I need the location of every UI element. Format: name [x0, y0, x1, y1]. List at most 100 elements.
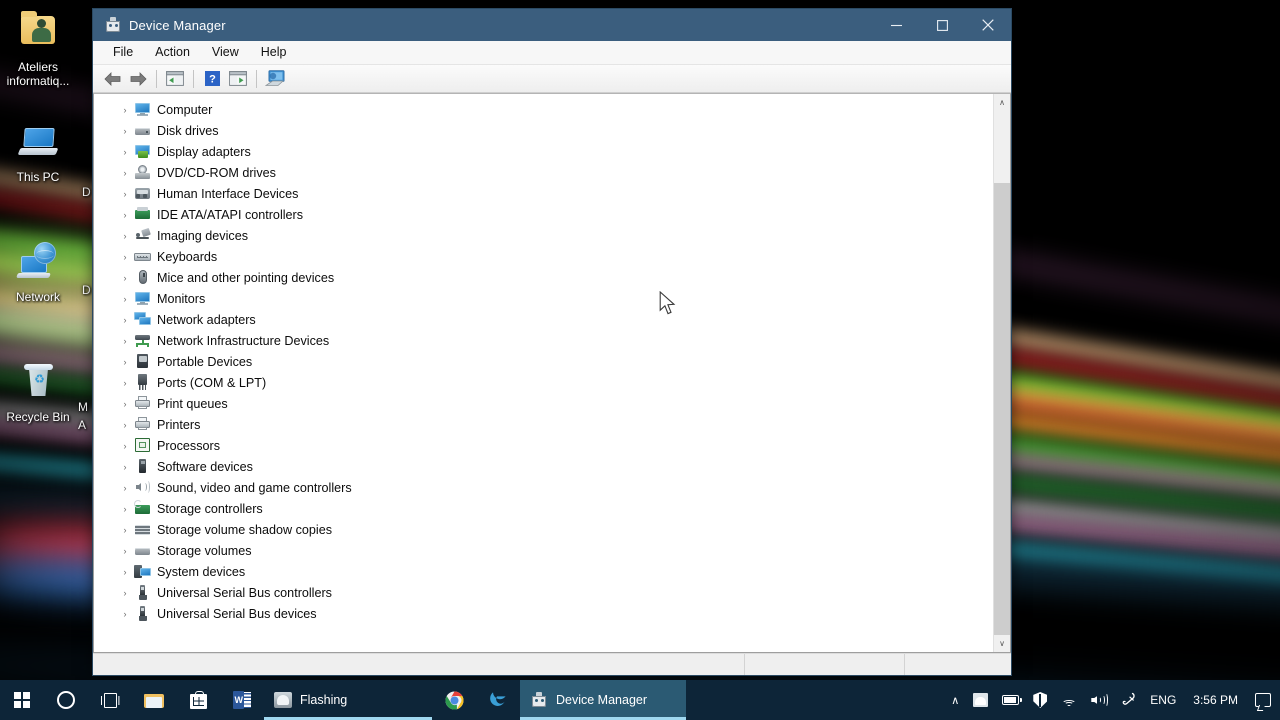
tree-row[interactable]: › Processors — [94, 435, 993, 456]
chevron-right-icon[interactable]: › — [118, 267, 132, 288]
tray-language-indicator[interactable]: ENG — [1143, 680, 1183, 720]
tree-row[interactable]: › Human Interface Devices — [94, 183, 993, 204]
tree-row[interactable]: › Sound, video and game controllers — [94, 477, 993, 498]
taskbar-window-edge[interactable] — [476, 680, 520, 720]
tree-row[interactable]: › DVD/CD-ROM drives — [94, 162, 993, 183]
back-button[interactable] — [99, 67, 125, 91]
desktop-icon-ateliers-informatique-folder[interactable]: Ateliers informatiq... — [0, 10, 76, 88]
tray-network-icon[interactable] — [1054, 680, 1084, 720]
toolbar[interactable]: ? — [93, 65, 1011, 93]
taskbar-window-flashing[interactable]: Flashing — [264, 680, 432, 720]
chevron-right-icon[interactable]: › — [118, 498, 132, 519]
system-tray[interactable]: ∧ ENG 3:56 PM — [944, 680, 1280, 720]
chevron-right-icon[interactable]: › — [118, 288, 132, 309]
tree-row[interactable]: › Universal Serial Bus controllers — [94, 582, 993, 603]
tree-row[interactable]: › Print queues — [94, 393, 993, 414]
desktop[interactable]: D D M A Ateliers informatiq... This PC N… — [0, 0, 1280, 720]
chevron-right-icon[interactable]: › — [118, 519, 132, 540]
chevron-right-icon[interactable]: › — [118, 246, 132, 267]
chevron-right-icon[interactable]: › — [118, 603, 132, 624]
taskbar-window-device-manager[interactable]: Device Manager — [520, 680, 686, 720]
chevron-right-icon[interactable]: › — [118, 351, 132, 372]
menu-bar[interactable]: File Action View Help — [93, 41, 1011, 65]
scrollbar-track[interactable] — [994, 111, 1010, 635]
minimize-button[interactable] — [873, 9, 919, 41]
taskbar[interactable]: W Flashing Device Manager ∧ ENG 3:56 PM — [0, 680, 1280, 720]
taskbar-window-chrome[interactable] — [432, 680, 476, 720]
chevron-right-icon[interactable]: › — [118, 393, 132, 414]
tray-clock[interactable]: 3:56 PM — [1183, 680, 1248, 720]
tray-pen-icon[interactable] — [1115, 680, 1143, 720]
console-client-area[interactable]: › Computer › Disk drives › Display adapt… — [93, 93, 1011, 653]
chevron-right-icon[interactable]: › — [118, 561, 132, 582]
chevron-right-icon[interactable]: › — [118, 120, 132, 141]
chevron-right-icon[interactable]: › — [118, 141, 132, 162]
menu-item-help[interactable]: Help — [251, 42, 297, 63]
tree-row[interactable]: › Monitors — [94, 288, 993, 309]
tree-row[interactable]: › Storage controllers — [94, 498, 993, 519]
tree-row[interactable]: › Portable Devices — [94, 351, 993, 372]
close-button[interactable] — [965, 9, 1011, 41]
chevron-right-icon[interactable]: › — [118, 414, 132, 435]
chevron-right-icon[interactable]: › — [118, 204, 132, 225]
tree-row[interactable]: › Software devices — [94, 456, 993, 477]
scan-for-hardware-changes-button[interactable] — [262, 67, 288, 91]
tree-row[interactable]: › Computer — [94, 99, 993, 120]
scrollbar-thumb[interactable] — [994, 183, 1010, 635]
chevron-right-icon[interactable]: › — [118, 435, 132, 456]
tree-row[interactable]: › Mice and other pointing devices — [94, 267, 993, 288]
chevron-right-icon[interactable]: › — [118, 183, 132, 204]
tree-row[interactable]: › System devices — [94, 561, 993, 582]
tree-row[interactable]: › Ports (COM & LPT) — [94, 372, 993, 393]
microsoft-store-button[interactable] — [176, 680, 220, 720]
tree-row[interactable]: › IDE ATA/ATAPI controllers — [94, 204, 993, 225]
scroll-up-button[interactable]: ∧ — [994, 94, 1010, 111]
window-titlebar[interactable]: Device Manager — [93, 9, 1011, 41]
file-explorer-button[interactable] — [132, 680, 176, 720]
desktop-icon-network[interactable]: Network — [0, 240, 76, 304]
chevron-right-icon[interactable]: › — [118, 540, 132, 561]
forward-button[interactable] — [125, 67, 151, 91]
chevron-right-icon[interactable]: › — [118, 372, 132, 393]
tree-row[interactable]: › Keyboards — [94, 246, 993, 267]
show-hide-console-tree-button[interactable] — [162, 67, 188, 91]
desktop-icon-recycle-bin[interactable]: ♻ Recycle Bin — [0, 360, 76, 424]
maximize-button[interactable] — [919, 9, 965, 41]
chevron-right-icon[interactable]: › — [118, 99, 132, 120]
menu-item-file[interactable]: File — [103, 42, 143, 63]
tray-volume-icon[interactable] — [1084, 680, 1115, 720]
tree-row[interactable]: › Display adapters — [94, 141, 993, 162]
tray-defender-icon[interactable] — [1026, 680, 1054, 720]
tree-row[interactable]: › Network adapters — [94, 309, 993, 330]
menu-item-view[interactable]: View — [202, 42, 249, 63]
device-manager-window[interactable]: Device Manager File Action View Help ? ›… — [92, 8, 1012, 676]
tree-row[interactable]: › Network Infrastructure Devices — [94, 330, 993, 351]
properties-button[interactable] — [225, 67, 251, 91]
vertical-scrollbar[interactable]: ∧ ∨ — [993, 94, 1010, 652]
tray-notifications-button[interactable] — [1248, 680, 1278, 720]
desktop-icon-this-pc[interactable]: This PC — [0, 120, 76, 184]
menu-item-action[interactable]: Action — [145, 42, 200, 63]
device-tree[interactable]: › Computer › Disk drives › Display adapt… — [94, 94, 993, 652]
tray-battery-icon[interactable] — [995, 680, 1026, 720]
chevron-right-icon[interactable]: › — [118, 309, 132, 330]
chevron-right-icon[interactable]: › — [118, 477, 132, 498]
help-button[interactable]: ? — [199, 67, 225, 91]
chevron-right-icon[interactable]: › — [118, 456, 132, 477]
chevron-right-icon[interactable]: › — [118, 162, 132, 183]
word-button[interactable]: W — [220, 680, 264, 720]
tree-row[interactable]: › Universal Serial Bus devices — [94, 603, 993, 624]
chevron-right-icon[interactable]: › — [118, 582, 132, 603]
tray-hidden-icons-button[interactable]: ∧ — [944, 680, 966, 720]
chevron-right-icon[interactable]: › — [118, 330, 132, 351]
tree-row[interactable]: › Storage volumes — [94, 540, 993, 561]
chevron-right-icon[interactable]: › — [118, 225, 132, 246]
task-view-button[interactable] — [88, 680, 132, 720]
tree-row[interactable]: › Printers — [94, 414, 993, 435]
tray-picture-app-icon[interactable] — [966, 680, 995, 720]
tree-row[interactable]: › Storage volume shadow copies — [94, 519, 993, 540]
tree-row[interactable]: › Disk drives — [94, 120, 993, 141]
scroll-down-button[interactable]: ∨ — [994, 635, 1010, 652]
cortana-button[interactable] — [44, 680, 88, 720]
tree-row[interactable]: › Imaging devices — [94, 225, 993, 246]
